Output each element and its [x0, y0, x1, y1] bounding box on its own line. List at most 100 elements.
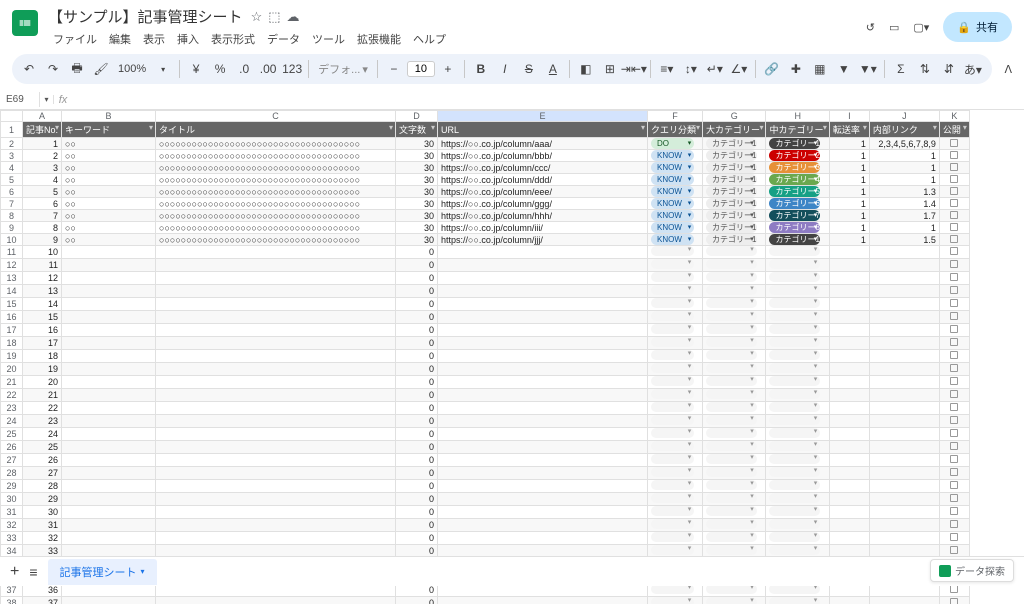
cell[interactable] [648, 285, 703, 298]
collapse-toolbar-icon[interactable]: ᐱ [1004, 63, 1012, 76]
cell[interactable]: 1 [869, 150, 939, 162]
cell[interactable]: ○○ [62, 186, 156, 198]
cell[interactable]: 1 [829, 222, 869, 234]
cell[interactable] [939, 532, 969, 545]
cell[interactable]: カテゴリー2 [766, 150, 829, 162]
cell[interactable]: 0 [396, 532, 438, 545]
cell[interactable]: カテゴリー1 [703, 222, 766, 234]
row-header[interactable]: 20 [1, 363, 23, 376]
cell[interactable] [766, 506, 829, 519]
undo-icon[interactable]: ↶ [18, 58, 40, 80]
font-size-input[interactable]: 10 [407, 61, 435, 77]
cell[interactable]: 0 [396, 415, 438, 428]
cell[interactable] [648, 246, 703, 259]
row-header[interactable]: 7 [1, 198, 23, 210]
print-icon[interactable]: 🖶 [66, 58, 88, 80]
cell[interactable]: 30 [396, 150, 438, 162]
cell[interactable] [939, 285, 969, 298]
cell[interactable]: ○○○○○○○○○○○○○○○○○○○○○○○○○○○○○○○○○○○○○ [156, 162, 396, 174]
cell[interactable]: KNOW [648, 222, 703, 234]
cell[interactable]: ○○○○○○○○○○○○○○○○○○○○○○○○○○○○○○○○○○○○○ [156, 198, 396, 210]
menu-item[interactable]: ヘルプ [408, 29, 451, 49]
cell[interactable]: 0 [396, 506, 438, 519]
cell[interactable]: KNOW [648, 150, 703, 162]
namebox-dropdown[interactable]: ▾ [40, 95, 54, 104]
menu-item[interactable]: 表示形式 [206, 29, 260, 49]
row-header[interactable]: 18 [1, 337, 23, 350]
menu-item[interactable]: データ [262, 29, 305, 49]
cell[interactable]: 1 [869, 222, 939, 234]
functions-icon[interactable]: Σ [890, 58, 912, 80]
cell[interactable] [766, 493, 829, 506]
cell[interactable]: ○○ [62, 150, 156, 162]
cell[interactable]: カテゴリー1 [703, 234, 766, 246]
row-header[interactable]: 16 [1, 311, 23, 324]
menu-item[interactable]: 表示 [138, 29, 170, 49]
cell[interactable]: 30 [396, 138, 438, 150]
cell[interactable]: カテゴリー1 [703, 210, 766, 222]
table-header-cell[interactable]: クエリ分類▾ [648, 122, 703, 138]
col-header[interactable]: B [62, 111, 156, 122]
cell[interactable]: 0 [396, 259, 438, 272]
cell[interactable]: 1 [829, 186, 869, 198]
cell[interactable]: カテゴリー8 [766, 222, 829, 234]
cell[interactable]: 32 [23, 532, 62, 545]
currency-icon[interactable]: ¥ [185, 58, 207, 80]
cell[interactable]: 28 [23, 480, 62, 493]
cell[interactable]: 1 [829, 138, 869, 150]
cell[interactable] [703, 311, 766, 324]
cell[interactable] [703, 506, 766, 519]
table-header-cell[interactable]: 公開▾ [939, 122, 969, 138]
cell[interactable]: 20 [23, 376, 62, 389]
col-header[interactable]: F [648, 111, 703, 122]
cell[interactable]: 27 [23, 467, 62, 480]
row-header[interactable]: 21 [1, 376, 23, 389]
cell[interactable]: 1 [869, 162, 939, 174]
cell[interactable] [939, 363, 969, 376]
cell[interactable]: https://○○.co.jp/column/aaa/ [438, 138, 648, 150]
cell[interactable]: 0 [396, 324, 438, 337]
cell[interactable] [766, 376, 829, 389]
cell[interactable]: 7 [23, 210, 62, 222]
col-header[interactable]: C [156, 111, 396, 122]
cell[interactable]: 0 [396, 285, 438, 298]
history-icon[interactable]: ↺ [866, 21, 875, 34]
cell[interactable] [703, 415, 766, 428]
rotate-icon[interactable]: ∠▾ [728, 58, 750, 80]
cell[interactable]: ○○ [62, 210, 156, 222]
cell[interactable] [648, 415, 703, 428]
cell[interactable]: 25 [23, 441, 62, 454]
cell[interactable] [939, 246, 969, 259]
strike-icon[interactable]: S [518, 58, 540, 80]
cell[interactable] [939, 389, 969, 402]
cell[interactable] [939, 350, 969, 363]
row-header[interactable]: 2 [1, 138, 23, 150]
ime-icon[interactable]: あ▾ [962, 58, 984, 80]
cell[interactable]: 14 [23, 298, 62, 311]
row-header[interactable]: 28 [1, 467, 23, 480]
cell[interactable] [939, 174, 969, 186]
cell[interactable]: KNOW [648, 210, 703, 222]
cell[interactable] [648, 493, 703, 506]
cell[interactable] [648, 532, 703, 545]
cell[interactable]: 1 [829, 234, 869, 246]
cell[interactable] [648, 597, 703, 604]
cell[interactable]: 8 [23, 222, 62, 234]
cell[interactable] [703, 454, 766, 467]
cell[interactable]: 0 [396, 272, 438, 285]
cell[interactable] [766, 532, 829, 545]
cell[interactable]: 1 [829, 198, 869, 210]
cell[interactable]: ○○○○○○○○○○○○○○○○○○○○○○○○○○○○○○○○○○○○○ [156, 210, 396, 222]
cell[interactable] [939, 428, 969, 441]
cell[interactable]: 30 [23, 506, 62, 519]
cell[interactable]: 2 [23, 150, 62, 162]
cell[interactable]: 30 [396, 222, 438, 234]
cell[interactable] [703, 532, 766, 545]
cell[interactable]: https://○○.co.jp/column/ggg/ [438, 198, 648, 210]
cell[interactable]: ○○ [62, 198, 156, 210]
cell[interactable]: 21 [23, 389, 62, 402]
cell[interactable]: 0 [396, 428, 438, 441]
cell[interactable] [703, 363, 766, 376]
row-header[interactable]: 27 [1, 454, 23, 467]
italic-icon[interactable]: I [494, 58, 516, 80]
